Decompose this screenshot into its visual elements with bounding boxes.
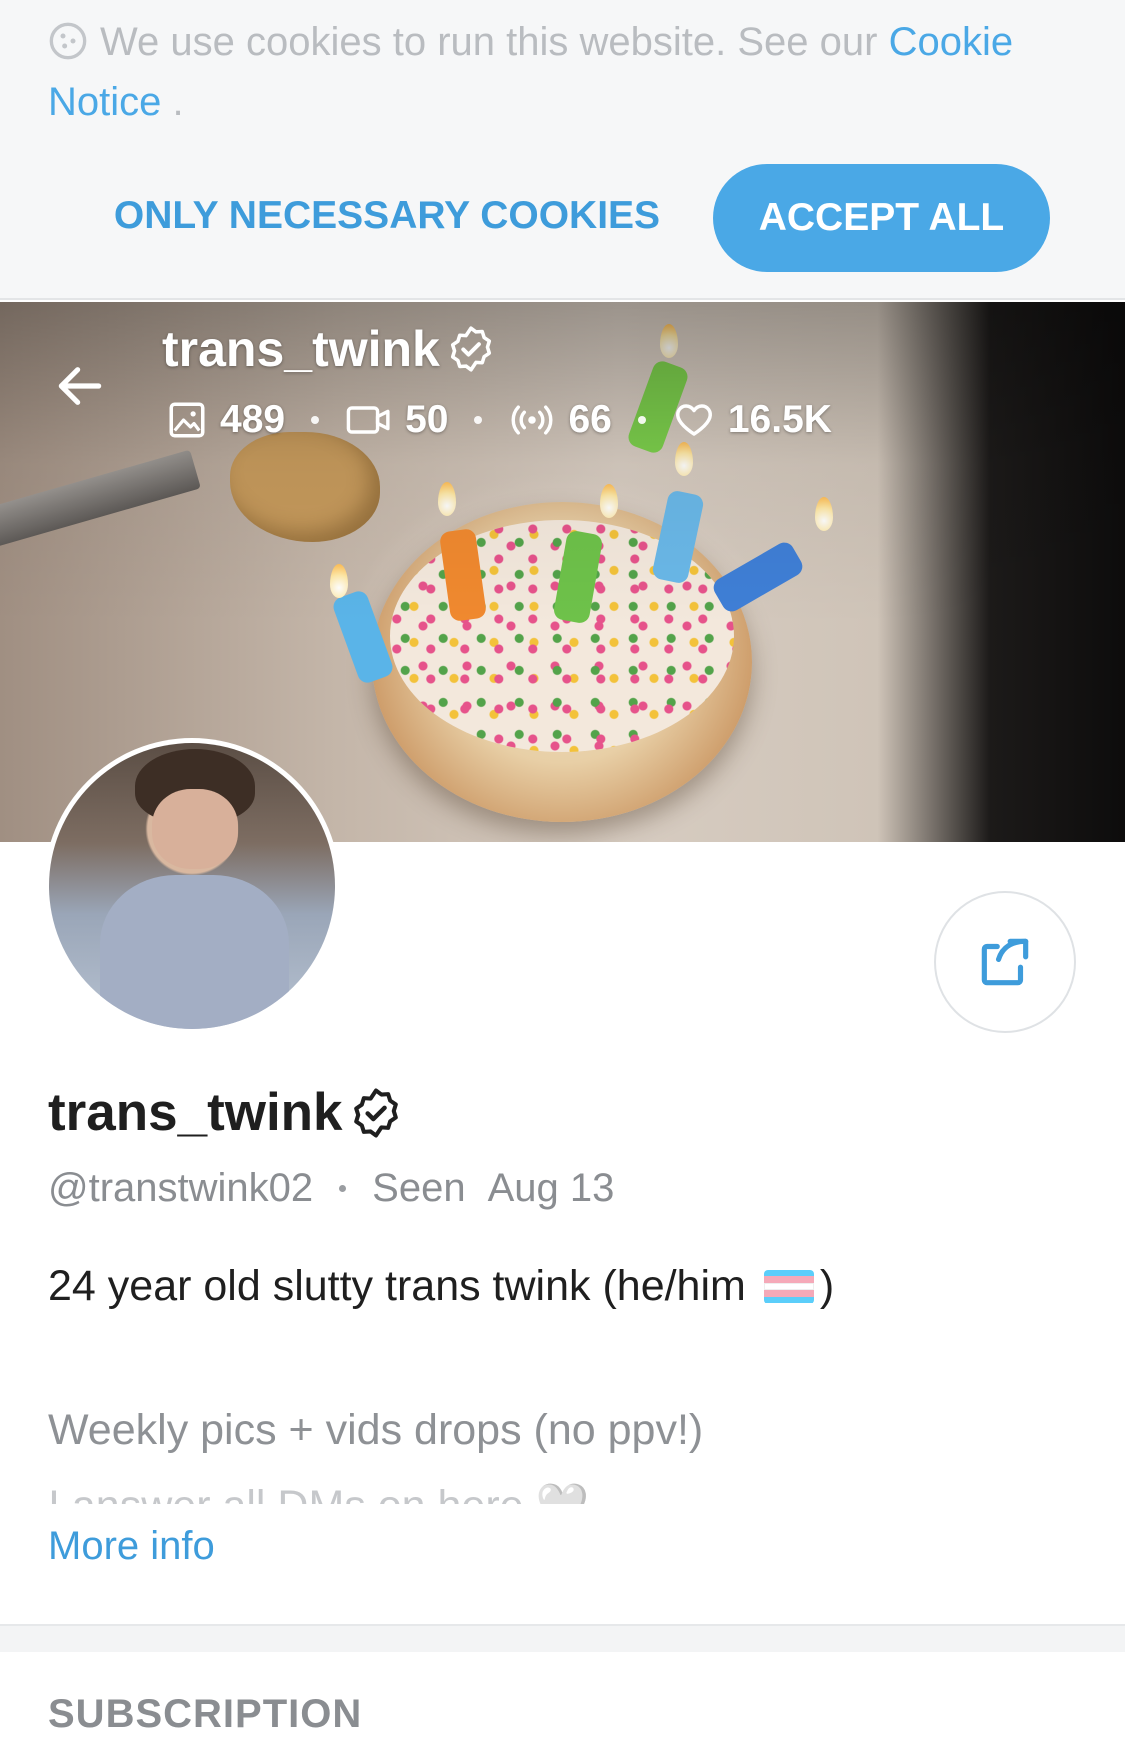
header-username-text: trans_twink xyxy=(162,321,440,377)
section-divider xyxy=(0,1624,1125,1652)
broadcast-icon xyxy=(511,405,553,435)
share-icon xyxy=(981,938,1029,986)
photos-stat[interactable]: 489 xyxy=(166,398,285,442)
likes-stat[interactable]: 16.5K xyxy=(672,398,832,442)
bio-line-1-end: ) xyxy=(819,1262,835,1310)
cookie-icon xyxy=(49,22,87,60)
accept-all-button[interactable]: ACCEPT ALL xyxy=(713,164,1050,272)
seen-label: Seen xyxy=(372,1166,466,1210)
cookie-notice-text: We use cookies to run this website. See … xyxy=(48,12,1078,132)
verified-badge-icon xyxy=(450,326,491,372)
handle-separator xyxy=(339,1185,347,1192)
bio-line-1-text: 24 year old slutty trans twink (he/him xyxy=(48,1262,746,1310)
subscription-section-title: SUBSCRIPTION xyxy=(48,1692,363,1736)
profile-stats: 489 50 66 16.5K xyxy=(166,398,832,442)
videos-count: 50 xyxy=(405,398,449,441)
likes-count: 16.5K xyxy=(727,398,832,441)
video-camera-icon xyxy=(346,406,390,434)
streams-count: 66 xyxy=(568,398,612,441)
avatar[interactable] xyxy=(44,738,340,1034)
stat-separator xyxy=(637,416,646,424)
photos-count: 489 xyxy=(220,398,286,441)
videos-stat[interactable]: 50 xyxy=(345,398,448,442)
cookie-banner: We use cookies to run this website. See … xyxy=(0,0,1125,300)
handle-row: @transtwink02 Seen Aug 13 xyxy=(48,1166,614,1211)
image-icon xyxy=(169,402,205,438)
arrow-left-icon[interactable] xyxy=(52,358,108,414)
bio-line-3: I answer all DMs on here 🤍 xyxy=(48,1480,589,1504)
profile-name: trans_twink xyxy=(48,1082,403,1143)
verified-badge-icon xyxy=(353,1087,398,1138)
streams-stat[interactable]: 66 xyxy=(508,398,612,442)
stat-separator xyxy=(474,416,483,424)
seen-date: Aug 13 xyxy=(487,1166,615,1210)
cookie-text: We use cookies to run this website. See … xyxy=(100,20,878,64)
profile-handle: @transtwink02 xyxy=(48,1166,314,1210)
cookie-text-end: . xyxy=(172,80,184,124)
bio-line-2: Weekly pics + vids drops (no ppv!) xyxy=(48,1406,704,1454)
trans-flag-emoji xyxy=(763,1269,814,1304)
bio-line-1: 24 year old slutty trans twink (he/him ) xyxy=(48,1262,834,1311)
avatar-face xyxy=(151,788,238,869)
stat-separator xyxy=(311,416,320,424)
avatar-shirt xyxy=(100,874,290,1029)
heart-icon xyxy=(675,404,712,436)
avatar-photo xyxy=(49,743,335,1029)
only-necessary-cookies-button[interactable]: ONLY NECESSARY COOKIES xyxy=(112,166,662,266)
profile-name-text: trans_twink xyxy=(48,1083,343,1142)
share-button[interactable] xyxy=(934,891,1076,1033)
header-username: trans_twink xyxy=(162,320,496,378)
more-info-link[interactable]: More info xyxy=(48,1524,215,1569)
